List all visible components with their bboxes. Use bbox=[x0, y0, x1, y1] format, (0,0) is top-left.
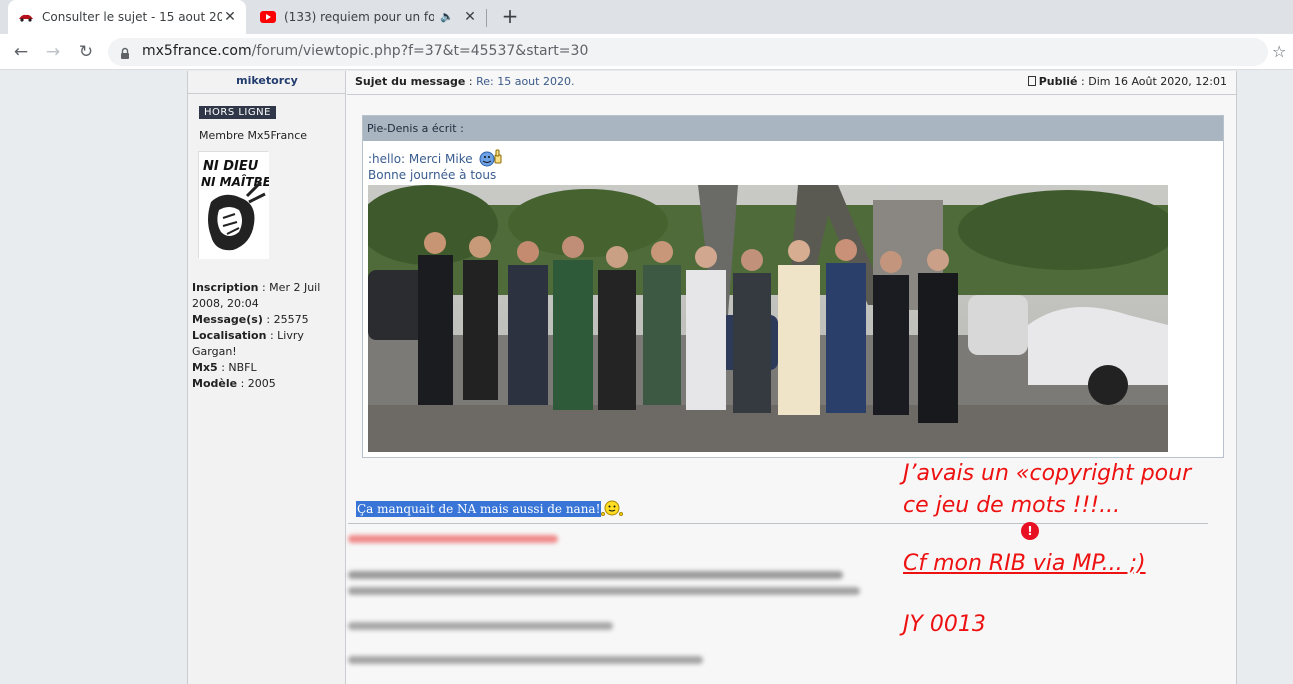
post-subject: Sujet du message : Re: 15 aout 2020. bbox=[355, 75, 575, 88]
quote-text-line: :hello: Merci Mike bbox=[368, 149, 504, 170]
author-name[interactable]: miketorcy bbox=[188, 74, 346, 87]
annotation-text: ce jeu de mots !!!... bbox=[903, 493, 1121, 518]
blurred-signature-line bbox=[348, 656, 703, 664]
author-column: miketorcy HORS LIGNE Membre Mx5France NI… bbox=[188, 71, 346, 684]
divider bbox=[188, 93, 346, 94]
signature-separator bbox=[348, 523, 1208, 524]
group-photo bbox=[368, 185, 1168, 452]
speaker-icon[interactable]: 🔈 bbox=[440, 9, 456, 25]
annotation-link-text: Cf mon RIB via MP... ;) bbox=[903, 551, 1146, 576]
blurred-signature-line bbox=[348, 571, 843, 579]
tab-title: Consulter le sujet - 15 aout 2020 bbox=[42, 10, 222, 24]
quote-text-line: Bonne journée à tous bbox=[368, 168, 497, 182]
lock-icon bbox=[120, 45, 130, 59]
new-tab-button[interactable]: + bbox=[498, 5, 522, 29]
thumbs-up-smiley-icon bbox=[478, 149, 504, 170]
tab-forum-topic[interactable]: Consulter le sujet - 15 aout 2020 ✕ bbox=[8, 0, 246, 34]
post-date: Publié : Dim 16 Août 2020, 12:01 bbox=[1027, 75, 1227, 88]
back-arrow-icon[interactable]: ← bbox=[10, 41, 32, 63]
svg-text:NI MAÎTRE!: NI MAÎTRE! bbox=[201, 174, 269, 189]
alert-icon[interactable]: ! bbox=[1021, 522, 1039, 540]
smiley-icon bbox=[601, 499, 623, 517]
browser-toolbar: ← → ↻ mx5france.com/forum/viewtopic.php?… bbox=[0, 34, 1293, 70]
blurred-signature-line bbox=[348, 622, 613, 630]
forum-post: miketorcy HORS LIGNE Membre Mx5France NI… bbox=[187, 71, 1237, 684]
svg-text:NI DIEU: NI DIEU bbox=[203, 159, 259, 174]
forward-arrow-icon[interactable]: → bbox=[42, 41, 64, 63]
address-bar[interactable]: mx5france.com/forum/viewtopic.php?f=37&t… bbox=[108, 38, 1268, 66]
post-header: Sujet du message : Re: 15 aout 2020. Pub… bbox=[347, 71, 1237, 95]
browser-tab-bar: Consulter le sujet - 15 aout 2020 ✕ (133… bbox=[0, 0, 1293, 34]
blurred-signature-line bbox=[348, 587, 860, 595]
avatar: NI DIEU NI MAÎTRE! bbox=[198, 151, 276, 259]
bookmark-star-icon[interactable]: ☆ bbox=[1272, 42, 1286, 61]
annotation-text: J’avais un «copyright pour bbox=[903, 461, 1192, 486]
youtube-icon bbox=[260, 9, 276, 25]
blurred-signature-line bbox=[348, 535, 558, 543]
page-content: miketorcy HORS LIGNE Membre Mx5France NI… bbox=[0, 71, 1293, 684]
reload-icon[interactable]: ↻ bbox=[75, 41, 97, 63]
close-tab-icon[interactable]: ✕ bbox=[462, 9, 478, 25]
mx5-favicon-icon bbox=[18, 9, 34, 25]
tab-title: (133) requiem pour un fou - bbox=[284, 10, 434, 24]
url-text: mx5france.com/forum/viewtopic.php?f=37&t… bbox=[142, 43, 589, 59]
member-rank: Membre Mx5France bbox=[199, 129, 308, 142]
tab-youtube[interactable]: (133) requiem pour un fou - 🔈 ✕ bbox=[250, 0, 486, 34]
close-tab-icon[interactable]: ✕ bbox=[222, 9, 238, 25]
tab-separator bbox=[486, 9, 487, 27]
quote-block: Pie-Denis a écrit : :hello: Merci Mike B… bbox=[362, 115, 1224, 458]
post-document-icon[interactable] bbox=[1027, 76, 1036, 86]
selected-post-text: Ça manquait de NA mais aussi de nana! bbox=[356, 501, 602, 517]
quote-header: Pie-Denis a écrit : bbox=[363, 116, 1223, 141]
profile-info: Inscription : Mer 2 Juil 2008, 20:04 Mes… bbox=[192, 281, 321, 390]
annotation-signature: JY 0013 bbox=[903, 612, 986, 637]
status-badge: HORS LIGNE bbox=[199, 106, 276, 119]
